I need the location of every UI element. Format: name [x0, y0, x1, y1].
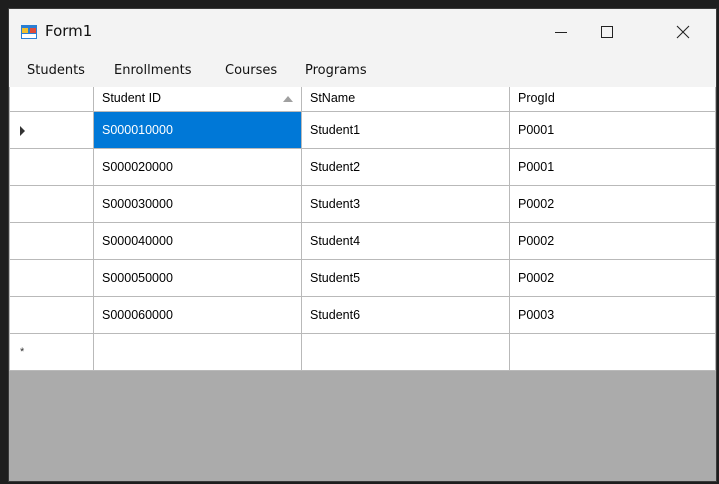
menu-item-courses[interactable]: Courses	[225, 63, 277, 78]
cell-text: P0002	[518, 234, 555, 248]
row-header[interactable]	[9, 185, 94, 223]
grid-cell-progid[interactable]	[509, 333, 716, 371]
menu-bar: Students Enrollments Courses Programs	[9, 59, 716, 85]
grid-cell-stname[interactable]	[301, 333, 510, 371]
cell-text: Student1	[310, 123, 361, 137]
close-button[interactable]	[660, 9, 706, 55]
table-row: S000010000 Student1 P0001	[9, 111, 716, 149]
maximize-icon	[601, 26, 613, 38]
grid-cell-student-id[interactable]: S000060000	[93, 296, 302, 334]
cell-text: P0003	[518, 308, 555, 322]
cell-text: S000060000	[102, 308, 173, 322]
sort-ascending-icon	[283, 96, 293, 102]
grid-cell-progid[interactable]: P0002	[509, 185, 716, 223]
table-row: S000040000 Student4 P0002	[9, 222, 716, 260]
cell-text: P0002	[518, 271, 555, 285]
cell-text: Student5	[310, 271, 361, 285]
cell-text: S000010000	[102, 123, 173, 137]
column-header-label: ProgId	[518, 91, 555, 105]
grid-cell-stname[interactable]: Student6	[301, 296, 510, 334]
menu-item-programs[interactable]: Programs	[305, 63, 367, 78]
app-icon	[21, 25, 37, 39]
grid-cell-student-id[interactable]: S000020000	[93, 148, 302, 186]
column-header-progid[interactable]: ProgId	[509, 87, 716, 112]
maximize-button[interactable]	[584, 9, 630, 55]
current-row-arrow-icon	[20, 126, 25, 136]
cell-text: Student2	[310, 160, 361, 174]
table-row: S000060000 Student6 P0003	[9, 296, 716, 334]
grid-cell-stname[interactable]: Student3	[301, 185, 510, 223]
new-row-marker: *	[20, 346, 25, 358]
row-header[interactable]	[9, 148, 94, 186]
grid-cell-stname[interactable]: Student4	[301, 222, 510, 260]
cell-text: S000040000	[102, 234, 173, 248]
row-header[interactable]	[9, 296, 94, 334]
grid-cell-student-id[interactable]	[93, 333, 302, 371]
grid-cell-progid[interactable]: P0001	[509, 148, 716, 186]
cell-text: P0001	[518, 123, 555, 137]
grid-cell-progid[interactable]: P0003	[509, 296, 716, 334]
cell-text: P0001	[518, 160, 555, 174]
grid-cell-stname[interactable]: Student5	[301, 259, 510, 297]
grid-cell-progid[interactable]: P0001	[509, 111, 716, 149]
cell-text: P0002	[518, 197, 555, 211]
row-header[interactable]	[9, 259, 94, 297]
minimize-button[interactable]	[538, 9, 584, 55]
grid-cell-student-id[interactable]: S000040000	[93, 222, 302, 260]
column-header-label: Student ID	[102, 91, 162, 105]
data-grid-view[interactable]: Student ID StName ProgId S000010000 Stud…	[9, 87, 716, 481]
table-row: S000030000 Student3 P0002	[9, 185, 716, 223]
row-header[interactable]: *	[9, 333, 94, 371]
minimize-icon	[555, 32, 567, 33]
students-grid: Student ID StName ProgId S000010000 Stud…	[9, 87, 716, 371]
table-row: S000050000 Student5 P0002	[9, 259, 716, 297]
row-header[interactable]	[9, 222, 94, 260]
grid-cell-progid[interactable]: P0002	[509, 222, 716, 260]
cell-text: Student6	[310, 308, 361, 322]
column-header-label: StName	[310, 91, 356, 105]
cell-text: S000020000	[102, 160, 173, 174]
menu-item-students[interactable]: Students	[27, 63, 85, 78]
close-icon	[676, 25, 690, 39]
grid-cell-stname[interactable]: Student2	[301, 148, 510, 186]
column-header-row: Student ID StName ProgId	[9, 87, 716, 112]
grid-cell-student-id[interactable]: S000050000	[93, 259, 302, 297]
row-header[interactable]	[9, 111, 94, 149]
table-row: S000020000 Student2 P0001	[9, 148, 716, 186]
column-header-student-id[interactable]: Student ID	[93, 87, 302, 112]
column-header-stname[interactable]: StName	[301, 87, 510, 112]
grid-cell-student-id[interactable]: S000010000	[93, 111, 302, 149]
form-window: Form1 Students Enrollments Courses Progr…	[8, 8, 717, 482]
cell-text: S000030000	[102, 197, 173, 211]
menu-item-enrollments[interactable]: Enrollments	[114, 63, 191, 78]
window-title: Form1	[45, 22, 93, 40]
top-left-header-cell[interactable]	[9, 87, 94, 112]
new-row: *	[9, 333, 716, 371]
grid-cell-stname[interactable]: Student1	[301, 111, 510, 149]
grid-cell-student-id[interactable]: S000030000	[93, 185, 302, 223]
grid-cell-progid[interactable]: P0002	[509, 259, 716, 297]
cell-text: Student4	[310, 234, 361, 248]
cell-text: S000050000	[102, 271, 173, 285]
cell-text: Student3	[310, 197, 361, 211]
title-bar[interactable]: Form1	[9, 9, 716, 55]
